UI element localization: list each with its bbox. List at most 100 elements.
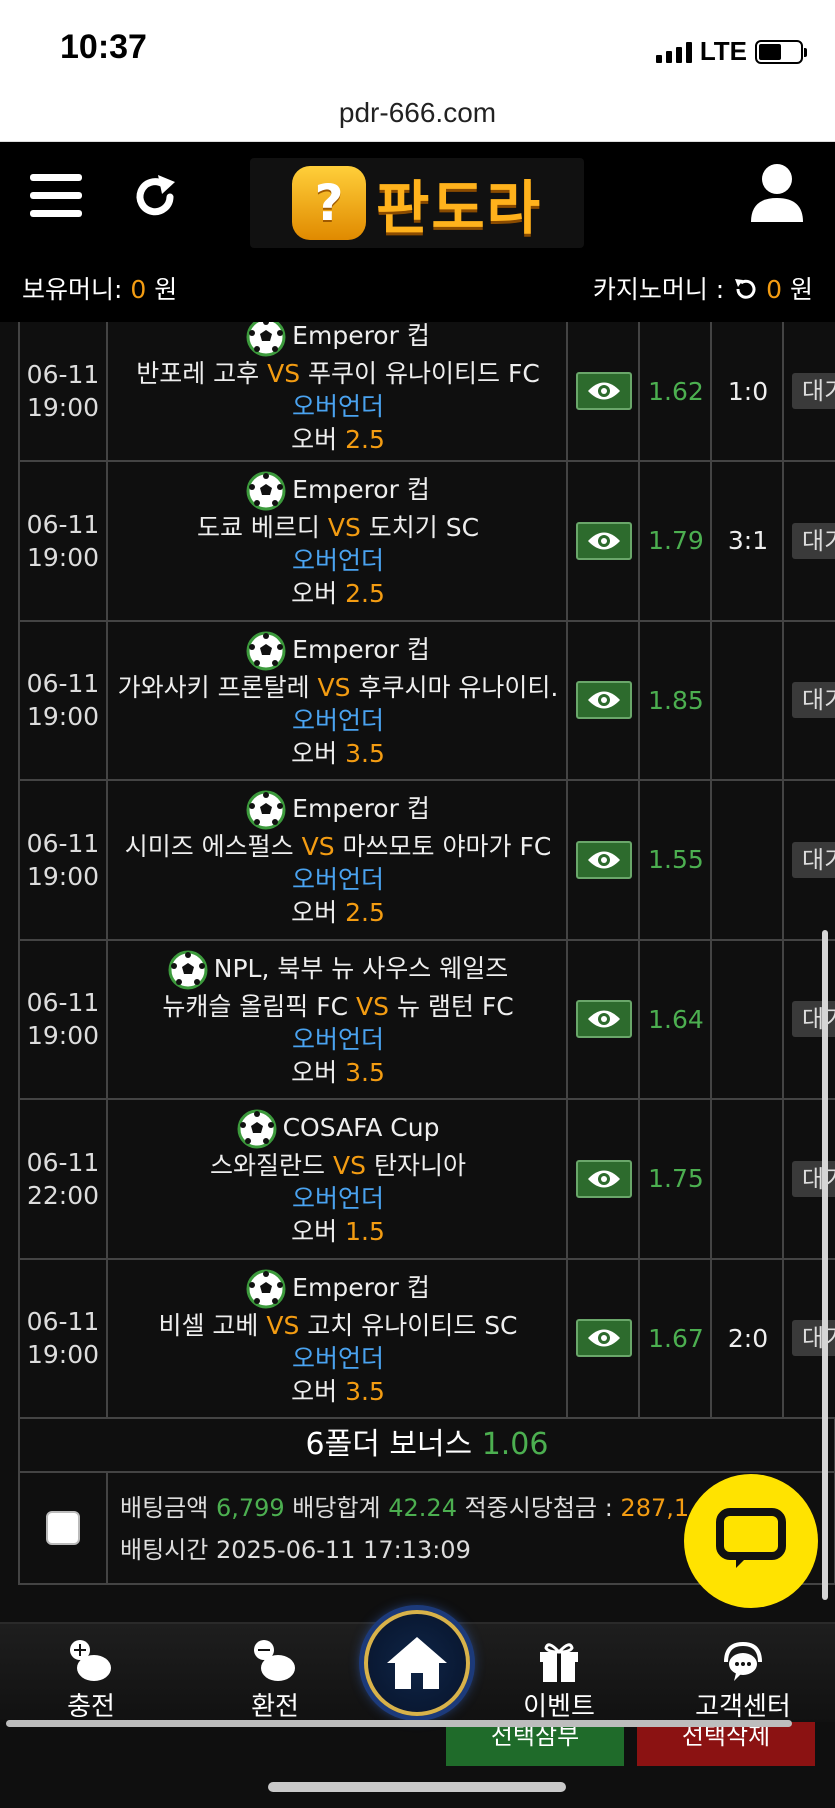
casino-refresh-icon[interactable]	[732, 276, 758, 302]
match-time: 22:00	[26, 1180, 100, 1210]
home-button[interactable]	[364, 1610, 470, 1716]
bet-row: 06-11 19:00 Emperor 컵 가와사키 프론탈레 VS 후쿠시마 …	[18, 621, 835, 781]
league-line: COSAFA Cup	[110, 1109, 566, 1149]
league-name: Emperor 컵	[292, 322, 430, 350]
bet-row: 06-11 19:00 Emperor 컵 도쿄 베르디 VS 도치기 SC 오…	[18, 462, 835, 622]
soccer-ball-icon	[246, 631, 286, 671]
match-info: Emperor 컵 도쿄 베르디 VS 도치기 SC 오버언더 오버 2.5	[110, 462, 568, 620]
view-button[interactable]	[576, 1319, 632, 1358]
url-text: pdr-666.com	[338, 97, 497, 128]
league-name: Emperor 컵	[292, 1272, 430, 1302]
piggy-plus-icon	[70, 1640, 111, 1681]
teams-line: 뉴캐슬 올림픽 FC VS 뉴 램턴 FC	[110, 990, 566, 1023]
nav-exchange[interactable]: 환전	[200, 1638, 350, 1723]
total-odds-value: 42.24	[388, 1494, 457, 1522]
summary-line-time: 배팅시간 2025-06-11 17:13:09	[120, 1529, 689, 1571]
status-badge: 대기	[792, 1320, 835, 1357]
bet-row: 06-11 19:00 Emperor 컵 반포레 고후 VS 푸쿠이 유나이티…	[18, 322, 835, 462]
url-bar[interactable]: pdr-666.com	[0, 90, 835, 142]
pick-line-value: 2.5	[345, 898, 385, 928]
vs-label: VS	[317, 672, 351, 702]
pick-line: 오버 2.5	[110, 896, 566, 929]
chat-bubble-icon	[716, 1508, 786, 1568]
menu-icon[interactable]	[30, 174, 82, 218]
status-badge: 대기	[792, 1160, 835, 1197]
match-datetime: 06-11 19:00	[20, 621, 108, 779]
balance: 보유머니: 0 원	[22, 270, 177, 306]
casino-unit: 원	[782, 275, 813, 304]
match-time: 19:00	[26, 861, 100, 891]
league-name: COSAFA Cup	[282, 1113, 440, 1143]
pick-line-value: 1.5	[345, 1217, 385, 1247]
teams-line: 도쿄 베르디 VS 도치기 SC	[110, 511, 566, 544]
view-button[interactable]	[576, 521, 632, 560]
match-time: 19:00	[26, 393, 100, 422]
match-info: Emperor 컵 가와사키 프론탈레 VS 후쿠시마 유나이티. 오버언더 오…	[110, 621, 568, 779]
view-button[interactable]	[576, 1000, 632, 1039]
site-logo[interactable]: ? 판도라	[250, 158, 584, 248]
view-button[interactable]	[576, 1159, 632, 1198]
vs-label: VS	[267, 359, 301, 388]
away-team: 탄자니아	[373, 1151, 466, 1181]
match-datetime: 06-11 19:00	[20, 1259, 108, 1417]
teams-line: 가와사키 프론탈레 VS 후쿠시마 유나이티.	[110, 671, 566, 704]
status-cell: 대기	[786, 781, 835, 939]
eye-icon	[588, 1170, 620, 1188]
pick-line-value: 3.5	[345, 1057, 385, 1087]
league-name: Emperor 컵	[292, 634, 430, 664]
pick-label: 오버	[291, 738, 338, 768]
vertical-scrollbar[interactable]	[822, 930, 828, 1600]
match-info: COSAFA Cup 스와질란드 VS 탄자니아 오버언더 오버 1.5	[110, 1100, 568, 1258]
nav-support[interactable]: 고객센터	[668, 1638, 818, 1723]
summary-line-amounts: 배팅금액 6,799 배당합계 42.24 적중시당첨금 : 287,1	[120, 1487, 689, 1529]
amount-label: 배팅금액	[120, 1494, 216, 1522]
view-cell	[570, 1100, 640, 1258]
pick-label: 오버	[291, 1217, 338, 1247]
horizontal-scrollbar[interactable]	[6, 1720, 792, 1727]
eye-icon	[588, 382, 620, 400]
select-all-button[interactable]: 선택삼부	[446, 1722, 624, 1766]
view-button[interactable]	[576, 372, 632, 410]
market-type: 오버언더	[291, 705, 384, 735]
match-info: Emperor 컵 시미즈 에스펄스 VS 마쓰모토 야마가 FC 오버언더 오…	[110, 781, 568, 939]
total-odds-label: 배당합계	[284, 1494, 389, 1522]
away-team: 뉴 램턴 FC	[396, 991, 514, 1021]
score	[714, 621, 784, 779]
league-line: Emperor 컵	[110, 322, 566, 357]
refresh-icon[interactable]	[130, 172, 180, 222]
match-date: 06-11	[26, 1147, 100, 1177]
league-line: Emperor 컵	[110, 631, 566, 671]
market-type: 오버언더	[291, 1343, 384, 1373]
market-type: 오버언더	[291, 392, 384, 421]
pick-line: 오버 3.5	[110, 1056, 566, 1089]
bonus-value: 1.06	[481, 1427, 549, 1462]
pick-line: 오버 2.5	[110, 423, 566, 456]
nav-charge[interactable]: 충전	[16, 1638, 166, 1723]
view-button[interactable]	[576, 681, 632, 720]
nav-event[interactable]: 이벤트	[484, 1638, 634, 1723]
bet-time-value: 2025-06-11 17:13:09	[215, 1536, 471, 1564]
chat-button[interactable]	[684, 1474, 818, 1608]
pick-line-value: 2.5	[345, 579, 385, 609]
user-icon[interactable]	[749, 162, 805, 224]
bet-row: 06-11 19:00 NPL, 북부 뉴 사우스 웨일즈 뉴캐슬 올림픽 FC…	[18, 940, 835, 1100]
teams-line: 시미즈 에스펄스 VS 마쓰모토 야마가 FC	[110, 830, 566, 863]
soccer-ball-icon	[246, 790, 286, 830]
logo-badge: ?	[291, 166, 366, 240]
odds: 1.79	[642, 462, 712, 620]
view-button[interactable]	[576, 840, 632, 879]
bet-row: 06-11 19:00 Emperor 컵 비셀 고베 VS 고치 유나이티드 …	[18, 1259, 835, 1419]
delete-selected-button[interactable]: 선택삭제	[637, 1722, 815, 1766]
teams-line: 비셀 고베 VS 고치 유나이티드 SC	[110, 1309, 566, 1342]
eye-icon	[588, 532, 620, 550]
soccer-ball-icon	[246, 1269, 286, 1309]
nav-exchange-label: 환전	[251, 1692, 299, 1722]
market-type: 오버언더	[291, 865, 384, 895]
status-bar: 10:37 LTE	[0, 0, 835, 90]
select-checkbox[interactable]	[46, 1511, 80, 1545]
home-team: 스와질란드	[210, 1151, 326, 1181]
balance-label: 보유머니:	[22, 275, 131, 304]
match-time: 19:00	[26, 702, 100, 732]
score	[714, 1100, 784, 1258]
status-cell: 대기	[786, 462, 835, 620]
